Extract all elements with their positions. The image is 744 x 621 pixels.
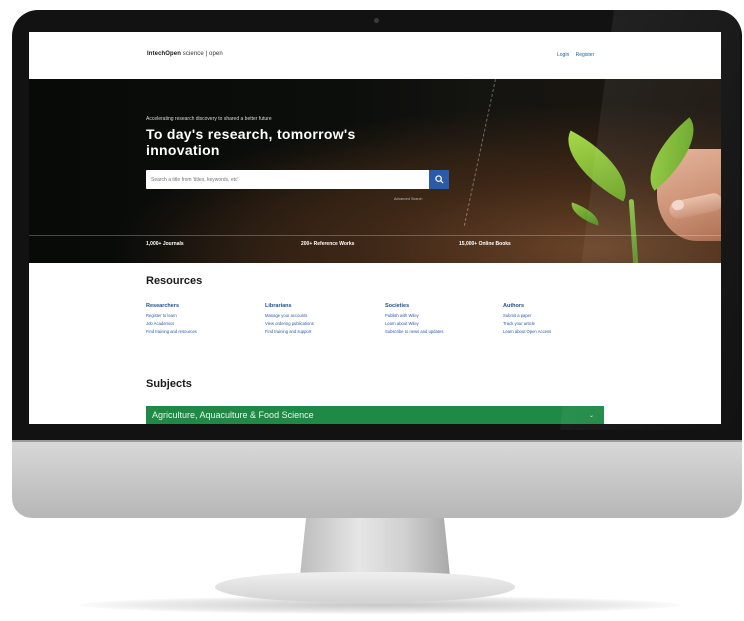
seedling-leaf-image (552, 130, 642, 202)
resource-link[interactable]: Track your article (503, 321, 613, 326)
resource-link[interactable]: Register to learn (146, 313, 256, 318)
resources-column-researchers: Researchers Register to learn Job Academ… (146, 303, 256, 337)
subjects-title: Subjects (146, 378, 192, 390)
monitor-chin (12, 440, 742, 518)
chevron-down-icon: ⌄ (588, 413, 594, 419)
stat-reference-works: 200+ Reference Works (301, 241, 355, 247)
search-input[interactable] (146, 170, 412, 189)
seedling-leaf-image (567, 202, 603, 226)
register-link[interactable]: Register (576, 52, 595, 58)
search-button[interactable] (429, 170, 449, 189)
column-heading[interactable]: Authors (503, 303, 613, 309)
resources-column-librarians: Librarians Manage your accounts View ord… (265, 303, 375, 337)
column-heading[interactable]: Librarians (265, 303, 375, 309)
logo-suffix: science | open (182, 51, 223, 57)
login-link[interactable]: Login (557, 52, 569, 58)
advanced-search-link[interactable]: Advanced Search (394, 197, 422, 201)
resource-link[interactable]: Find training and support (265, 329, 375, 334)
resource-link[interactable]: Submit a paper (503, 313, 613, 318)
seedling-stem-image (628, 198, 639, 266)
auth-links: Login Register (557, 52, 599, 58)
resources-section: Resources Researchers Register to learn … (29, 263, 721, 383)
subject-label: Agriculture, Aquaculture & Food Science (152, 410, 314, 420)
resources-title: Resources (146, 275, 203, 287)
monitor-stand-neck (300, 518, 450, 576)
hero-title: To day's research, tomorrow's innovation (146, 126, 356, 158)
search-icon (434, 175, 444, 184)
resource-link[interactable]: Learn about Wiley (385, 321, 495, 326)
screen: IntechOpen science | open Login Register… (29, 32, 721, 424)
webcam-icon (374, 18, 379, 23)
monitor-stand-base (215, 572, 515, 602)
resource-link[interactable]: View ordering publications (265, 321, 375, 326)
subject-accordion-item[interactable]: Agriculture, Aquaculture & Food Science … (146, 406, 604, 424)
resource-link[interactable]: Subscribe to news and updates (385, 329, 495, 334)
resource-link[interactable]: Learn about Open Access (503, 329, 613, 334)
hero-tagline: Accelerating research discovery to share… (146, 116, 272, 122)
growth-line-decoration (463, 79, 497, 227)
site-header: IntechOpen science | open Login Register (29, 32, 721, 80)
resources-column-authors: Authors Submit a paper Track your articl… (503, 303, 613, 337)
site-logo[interactable]: IntechOpen science | open (147, 51, 223, 57)
search-box (146, 170, 432, 189)
resource-link[interactable]: Publish with Wiley (385, 313, 495, 318)
resources-column-societies: Societies Publish with Wiley Learn about… (385, 303, 495, 337)
hero-banner: Accelerating research discovery to share… (29, 79, 721, 266)
stat-online-books: 15,000+ Online Books (459, 241, 511, 247)
stat-journals: 1,000+ Journals (146, 241, 184, 247)
column-heading[interactable]: Researchers (146, 303, 256, 309)
resource-link[interactable]: Find training and resources (146, 329, 256, 334)
column-heading[interactable]: Societies (385, 303, 495, 309)
stats-divider (29, 235, 721, 236)
resource-link[interactable]: Job Academics (146, 321, 256, 326)
resource-link[interactable]: Manage your accounts (265, 313, 375, 318)
logo-brand: IntechOpen (147, 51, 182, 57)
monitor-divider (12, 440, 742, 442)
